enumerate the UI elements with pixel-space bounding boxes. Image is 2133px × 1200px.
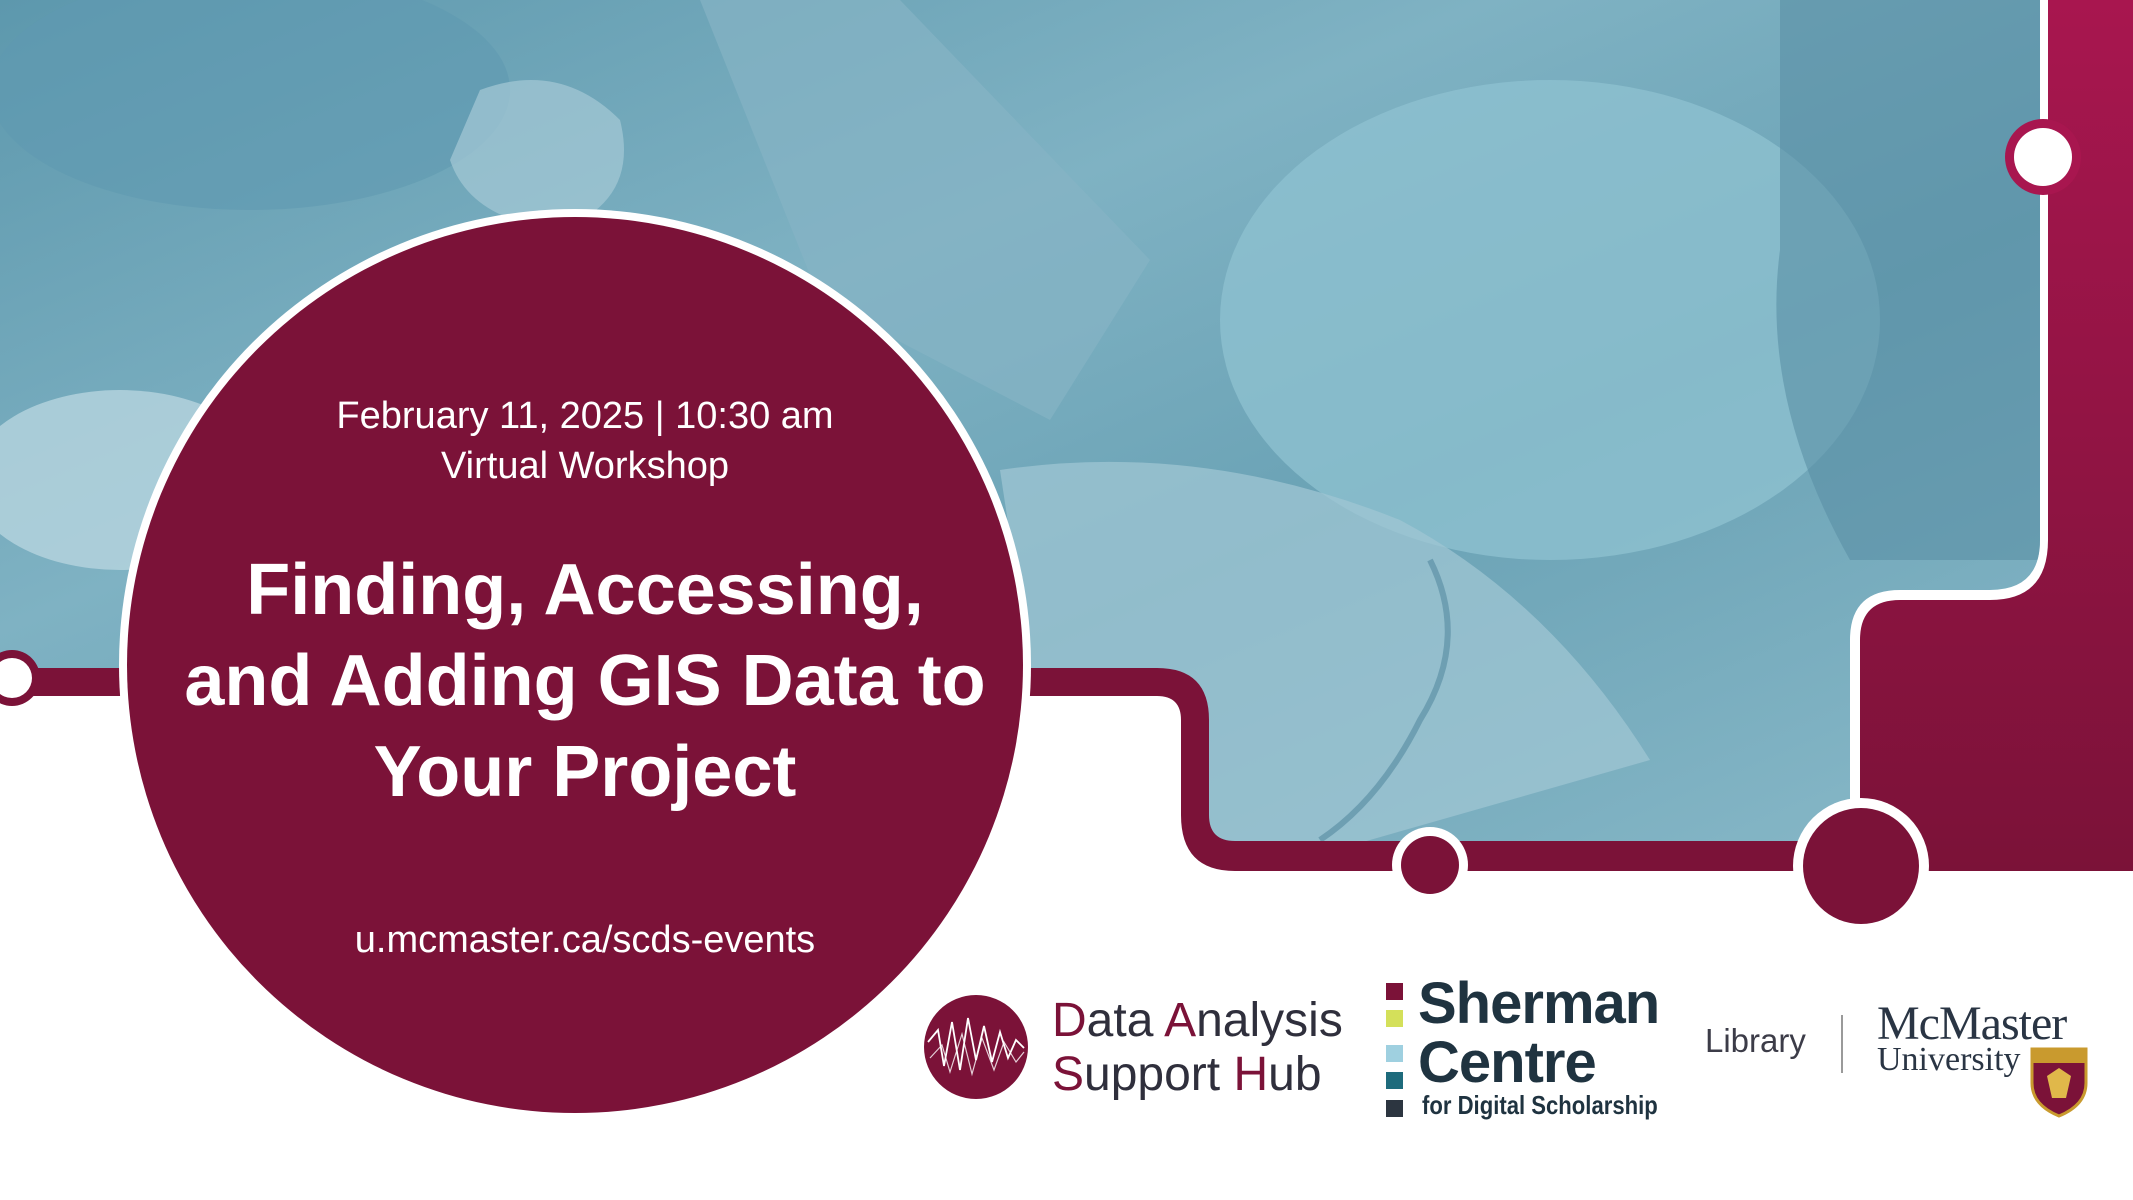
sherman-square-lime: [1386, 1010, 1403, 1027]
mcmaster-crest-icon: [2030, 1047, 2088, 1118]
sherman-square-teal: [1386, 1072, 1403, 1089]
sherman-square-dark: [1386, 1100, 1403, 1117]
event-date-time: February 11, 2025 | 10:30 am: [336, 395, 834, 437]
sherman-logo-line3: for Digital Scholarship: [1422, 1090, 1658, 1120]
library-label: Library: [1705, 1022, 1806, 1059]
event-url: u.mcmaster.ca/scds-events: [354, 919, 816, 961]
dash-logo-line1: Data Analysis: [1052, 994, 1343, 1047]
sherman-logo-line1: Sherman: [1418, 971, 1660, 1036]
event-banner: February 11, 2025 | 10:30 am Virtual Wor…: [0, 0, 2133, 1200]
logo-divider: [1841, 1015, 1843, 1073]
mcmaster-university-label: University: [1877, 1041, 2021, 1078]
event-title: Finding, Accessing, and Adding GIS Data …: [184, 550, 986, 812]
dash-waveform-icon: [924, 995, 1028, 1099]
sherman-logo-line2: Centre: [1418, 1030, 1597, 1095]
sherman-square-maroon: [1386, 983, 1403, 1000]
event-format: Virtual Workshop: [441, 445, 729, 487]
sherman-square-lightblue: [1386, 1045, 1403, 1062]
dash-logo-line2: Support Hub: [1052, 1048, 1322, 1101]
